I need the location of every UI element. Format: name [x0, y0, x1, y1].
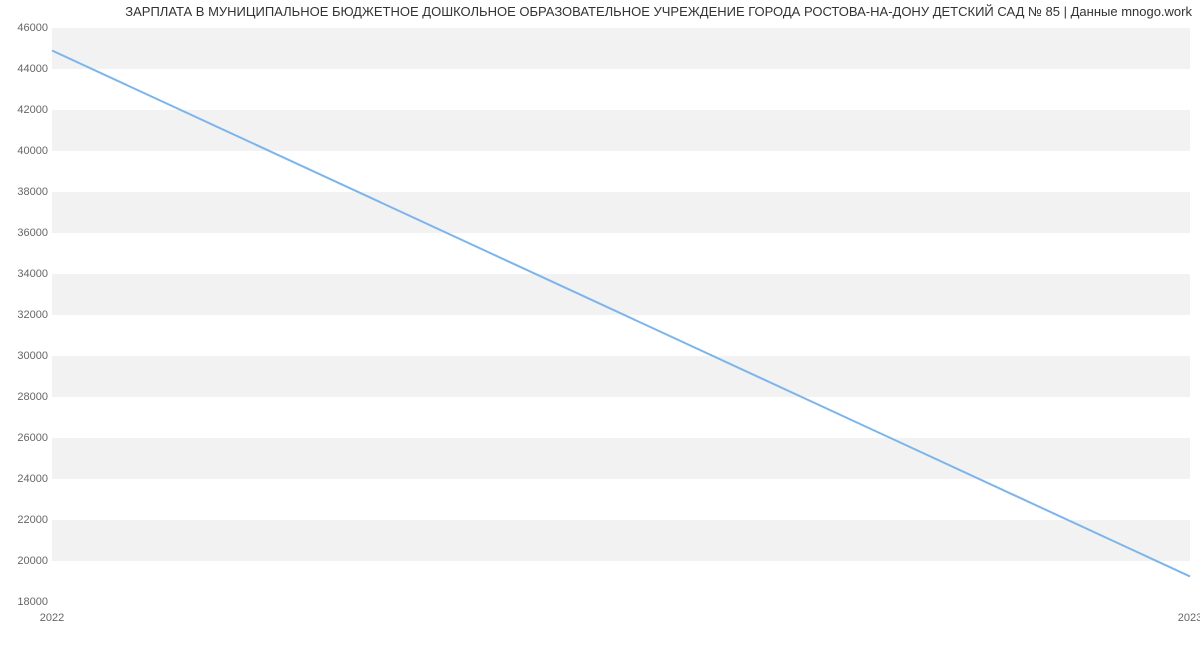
- y-tick-label: 46000: [4, 22, 48, 34]
- y-tick-label: 22000: [4, 514, 48, 526]
- y-tick-label: 28000: [4, 391, 48, 403]
- chart-title: ЗАРПЛАТА В МУНИЦИПАЛЬНОЕ БЮДЖЕТНОЕ ДОШКО…: [0, 0, 1200, 19]
- y-tick-label: 20000: [4, 555, 48, 567]
- y-tick-label: 24000: [4, 473, 48, 485]
- plot-area: [52, 28, 1190, 602]
- x-tick-label: 2023: [1178, 612, 1200, 624]
- y-tick-label: 44000: [4, 63, 48, 75]
- y-tick-label: 38000: [4, 186, 48, 198]
- chart-container: 18000 20000 22000 24000 26000 28000 30000 32000…: [0, 22, 1200, 632]
- x-tick-label: 2022: [40, 612, 64, 624]
- y-tick-label: 18000: [4, 596, 48, 608]
- y-tick-label: 36000: [4, 227, 48, 239]
- y-tick-label: 30000: [4, 350, 48, 362]
- y-tick-label: 40000: [4, 145, 48, 157]
- y-tick-label: 32000: [4, 309, 48, 321]
- y-tick-label: 26000: [4, 432, 48, 444]
- y-tick-label: 34000: [4, 268, 48, 280]
- y-tick-label: 42000: [4, 104, 48, 116]
- chart-line: [52, 28, 1190, 601]
